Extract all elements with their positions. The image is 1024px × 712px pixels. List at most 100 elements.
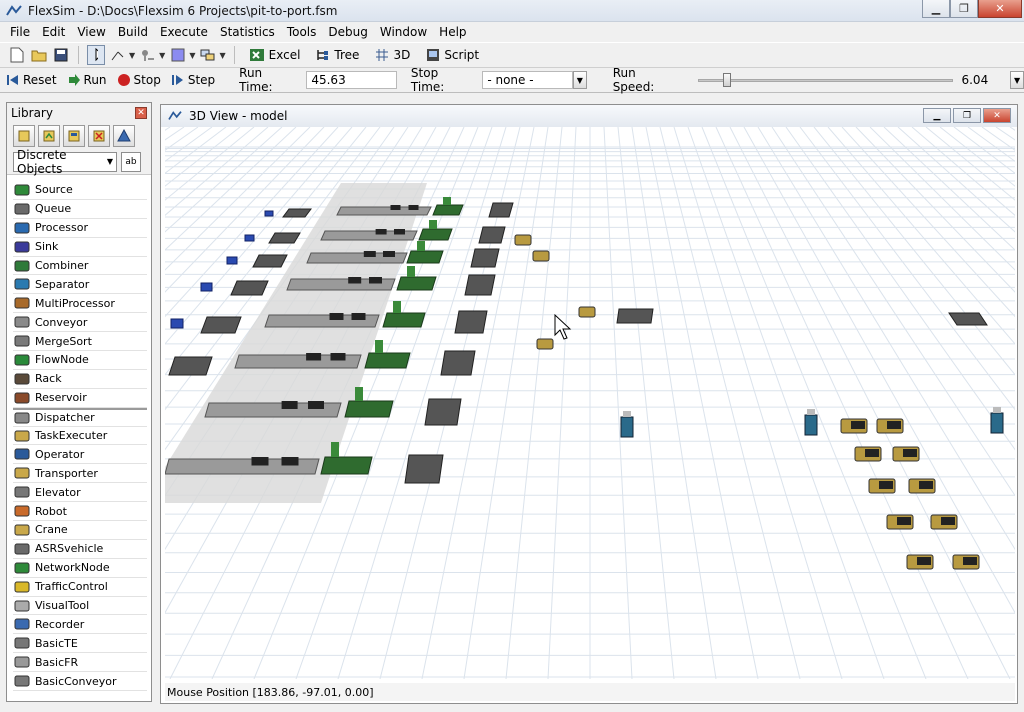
library-item-basicfr[interactable]: BasicFR [13,653,147,673]
color-swatch-icon[interactable] [169,46,187,64]
stop-button[interactable]: Stop [117,73,161,87]
library-item-conveyor[interactable]: Conveyor [13,313,147,333]
reservoir-icon [13,390,31,406]
library-item-taskexecuter[interactable]: TaskExecuter [13,427,147,446]
library-remove-icon[interactable] [88,125,110,147]
chevron-down-icon[interactable]: ▼ [159,51,165,60]
library-item-visualtool[interactable]: VisualTool [13,597,147,616]
minimize-button[interactable]: ▁ [922,0,950,18]
excel-button[interactable]: Excel [243,45,307,65]
library-item-transporter[interactable]: Transporter [13,464,147,484]
library-item-basicte[interactable]: BasicTE [13,634,147,654]
library-item-source[interactable]: Source [13,181,147,200]
library-item-operator[interactable]: Operator [13,445,147,465]
crane-icon [13,522,31,538]
menu-execute[interactable]: Execute [154,25,214,39]
library-item-robot[interactable]: Robot [13,502,147,522]
connect-objects-icon[interactable] [109,46,127,64]
library-item-flownode[interactable]: FlowNode [13,351,147,370]
dispatcher-object [620,416,634,438]
library-item-basicconveyor[interactable]: BasicConveyor [13,672,147,692]
flow-item [383,251,395,257]
view3d-button[interactable]: 3D [369,45,416,65]
mouse-position-status: Mouse Position [183.86, -97.01, 0.00] [165,683,1015,701]
library-item-elevator[interactable]: Elevator [13,483,147,503]
model-canvas[interactable] [165,127,1015,679]
chevron-down-icon[interactable]: ▼ [1010,71,1024,89]
menu-help[interactable]: Help [433,25,472,39]
menu-build[interactable]: Build [112,25,154,39]
library-category-select[interactable]: Discrete Objects ▼ [13,148,117,176]
rack-icon [13,371,31,387]
library-item-trafficcontrol[interactable]: TrafficControl [13,578,147,597]
chevron-down-icon[interactable]: ▼ [189,51,195,60]
library-item-asrsvehicle[interactable]: ASRSvehicle [13,540,147,559]
flow-item [390,205,401,210]
menu-tools[interactable]: Tools [281,25,323,39]
library-item-label: Robot [35,504,67,518]
library-add-icon[interactable] [13,125,35,147]
view-close-button[interactable]: ✕ [983,108,1011,123]
step-button[interactable]: Step [171,73,215,87]
save-icon[interactable] [52,46,70,64]
library-save-icon[interactable] [63,125,85,147]
transporter-object [514,234,532,246]
library-item-combiner[interactable]: Combiner [13,257,147,276]
flow-item [251,457,269,466]
slider-thumb[interactable] [723,73,732,87]
menu-bar: File Edit View Build Execute Statistics … [0,22,1024,42]
chevron-down-icon[interactable]: ▼ [572,71,587,89]
close-button[interactable]: ✕ [978,0,1022,18]
library-item-label: MultiProcessor [35,296,115,310]
flow-item [394,229,405,235]
close-icon[interactable]: ✕ [135,107,147,119]
menu-file[interactable]: File [4,25,36,39]
new-file-icon[interactable] [8,46,26,64]
chevron-down-icon[interactable]: ▼ [129,51,135,60]
view-restore-button[interactable]: ❐ [953,108,981,123]
library-item-label: Processor [35,221,88,235]
maximize-button[interactable]: ❐ [950,0,978,18]
processor-object [344,400,394,418]
menu-debug[interactable]: Debug [322,25,373,39]
trafficcontrol-icon [13,579,31,595]
library-item-networknode[interactable]: NetworkNode [13,559,147,578]
library-item-dispatcher[interactable]: Dispatcher [13,407,147,427]
view-minimize-button[interactable]: ▁ [923,108,951,123]
menu-statistics[interactable]: Statistics [214,25,281,39]
processor-arm [331,442,339,457]
menu-edit[interactable]: Edit [36,25,71,39]
run-button[interactable]: Run [67,73,107,87]
library-item-mergesort[interactable]: MergeSort [13,332,147,352]
library-shapes-icon[interactable] [113,125,135,147]
library-item-processor[interactable]: Processor [13,219,147,238]
reset-button[interactable]: Reset [6,73,57,87]
library-load-icon[interactable] [38,125,60,147]
script-button[interactable]: Script [420,45,485,65]
group-select-icon[interactable] [199,46,217,64]
library-item-separator[interactable]: Separator [13,275,147,295]
library-item-rack[interactable]: Rack [13,370,147,389]
open-folder-icon[interactable] [30,46,48,64]
flow-item [306,353,322,361]
stop-time-combo[interactable]: - none - [482,71,573,89]
separator-icon [13,276,31,292]
select-mode-icon[interactable] [87,45,105,65]
transporter-object [532,250,550,262]
library-item-queue[interactable]: Queue [13,200,147,219]
library-item-reservoir[interactable]: Reservoir [13,389,147,408]
run-speed-slider[interactable] [697,71,954,89]
network-connect-icon[interactable] [139,46,157,64]
tree-button[interactable]: Tree [310,45,365,65]
menu-view[interactable]: View [71,25,111,39]
library-view-toggle[interactable]: ab [121,151,141,172]
view3d-title: 3D View - model [189,109,288,123]
library-item-recorder[interactable]: Recorder [13,615,147,635]
menu-window[interactable]: Window [374,25,433,39]
queue-object [488,202,514,218]
library-item-crane[interactable]: Crane [13,521,147,540]
chevron-down-icon[interactable]: ▼ [219,51,225,60]
queue-object [404,454,444,484]
library-item-multiprocessor[interactable]: MultiProcessor [13,294,147,314]
library-item-sink[interactable]: Sink [13,238,147,257]
